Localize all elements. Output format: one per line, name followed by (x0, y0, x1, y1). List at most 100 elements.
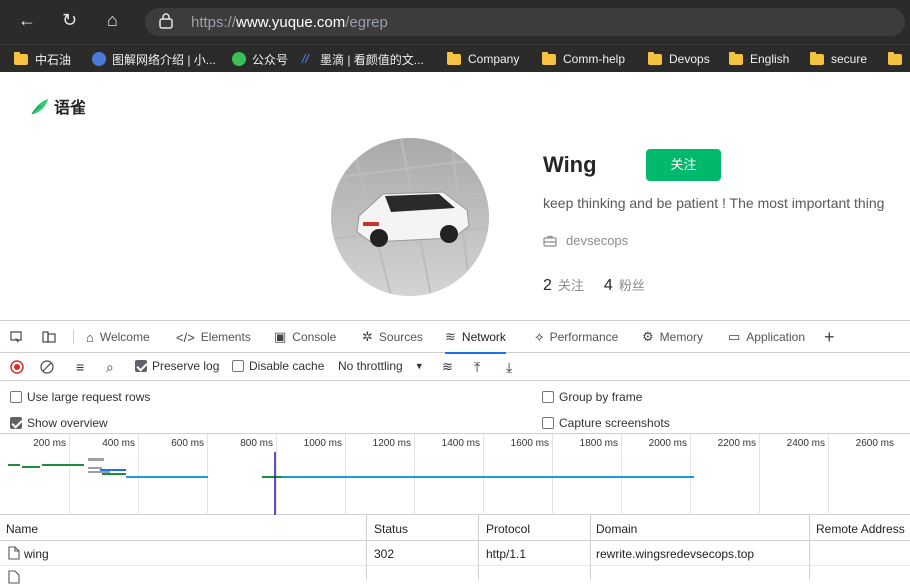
import-har-icon[interactable]: ⤒ (474, 359, 480, 376)
throttling-select[interactable]: No throttling ▼ (338, 359, 424, 373)
back-arrow-icon[interactable]: ← (18, 10, 36, 30)
bookmark-item[interactable]: // 墨滴 | 看颜值的文... (302, 51, 424, 67)
table-row[interactable] (0, 566, 910, 584)
search-icon[interactable]: ⌕ (106, 359, 114, 376)
bookmark-item[interactable]: English (729, 51, 789, 67)
column-header-status[interactable]: Status (374, 522, 408, 536)
bookmark-label: Devops (669, 52, 710, 66)
folder-icon (542, 51, 556, 65)
capture-screenshots-checkbox[interactable]: Capture screenshots (542, 416, 670, 430)
table-header: Name Status Protocol Domain Remote Addre… (0, 515, 910, 541)
bookmark-label: English (750, 52, 790, 66)
column-header-name[interactable]: Name (6, 522, 38, 536)
network-overview[interactable]: 200 ms 400 ms 600 ms 800 ms 1000 ms 1200… (0, 433, 910, 516)
followers-count[interactable]: 4 (604, 277, 613, 295)
bookmark-item[interactable]: 图解网络介绍 | 小... (92, 51, 216, 67)
document-icon (8, 570, 20, 584)
follow-button[interactable]: 关注 (646, 149, 721, 181)
checkbox-icon (10, 417, 22, 429)
tab-elements[interactable]: </> Elements (176, 321, 251, 353)
preserve-log-label: Preserve log (152, 359, 220, 373)
network-toolbar: ≡ ⌕ Preserve log Disable cache No thrott… (0, 353, 910, 381)
tab-label: Console (292, 330, 337, 344)
bookmark-label: 图解网络介绍 | 小... (112, 52, 216, 67)
url-domain: www.yuque.com (236, 14, 346, 31)
browser-toolbar: ← ↻ ⌂ https://www.yuque.com/egrep (0, 0, 910, 44)
network-table: Name Status Protocol Domain Remote Addre… (0, 515, 910, 584)
wifi-icon: ≋ (445, 329, 456, 344)
option-label: Group by frame (559, 390, 643, 404)
logo-text: 语雀 (54, 100, 87, 117)
record-icon[interactable] (10, 360, 24, 374)
bookmark-overflow[interactable] (888, 51, 909, 67)
show-overview-checkbox[interactable]: Show overview (10, 416, 108, 430)
bookmark-label: Company (468, 52, 520, 66)
column-header-domain[interactable]: Domain (596, 522, 637, 536)
followers-label[interactable]: 粉丝 (619, 275, 645, 294)
bookmark-label: 墨滴 | 看颜值的文... (320, 52, 424, 67)
site-icon (92, 52, 106, 66)
device-toolbar-icon[interactable] (10, 321, 24, 353)
row-status: 302 (374, 547, 395, 561)
bookmark-item[interactable]: 公众号 (232, 51, 288, 67)
network-conditions-icon[interactable]: ≋ (442, 359, 453, 375)
site-icon: // (302, 52, 309, 66)
checkbox-icon (542, 417, 554, 429)
following-label[interactable]: 关注 (558, 275, 584, 294)
checkbox-icon (542, 391, 554, 403)
column-header-protocol[interactable]: Protocol (486, 522, 530, 536)
group-by-frame-checkbox[interactable]: Group by frame (542, 390, 642, 404)
avatar[interactable] (331, 138, 489, 296)
bookmark-item[interactable]: Devops (648, 51, 710, 67)
tab-application[interactable]: ▭ Application (728, 321, 805, 353)
site-icon (232, 52, 246, 66)
site-info-icon[interactable] (159, 13, 173, 29)
clear-icon[interactable] (40, 360, 54, 374)
url-scheme: https:// (191, 14, 237, 31)
profile-name: Wing (543, 152, 597, 177)
filter-icon[interactable]: ≡ (76, 359, 84, 375)
url-text[interactable]: https://www.yuque.com/egrep (191, 14, 388, 31)
tab-label: Memory (659, 330, 703, 344)
column-header-remote-address[interactable]: Remote Address (816, 522, 910, 536)
table-row[interactable]: wing 302 http/1.1 rewrite.wingsredevseco… (0, 542, 910, 566)
preserve-log-checkbox[interactable]: Preserve log (135, 359, 219, 373)
profile-bio: keep thinking and be patient ! The most … (543, 195, 885, 211)
inspect-device-icon[interactable] (42, 321, 56, 353)
performance-icon: ⟡ (535, 329, 544, 344)
row-protocol: http/1.1 (486, 547, 527, 561)
tab-label: Welcome (99, 330, 150, 344)
tab-network[interactable]: ≋ Network (445, 321, 506, 354)
tab-console[interactable]: ▣ Console (274, 321, 336, 353)
reload-icon[interactable]: ↻ (62, 10, 77, 30)
tab-welcome[interactable]: ⌂ Welcome (86, 321, 150, 353)
chip-icon: ⚙ (642, 329, 654, 344)
tab-performance[interactable]: ⟡ Performance (535, 321, 618, 353)
address-bar[interactable]: https://www.yuque.com/egrep (145, 8, 905, 36)
divider (73, 330, 74, 344)
bookmark-item[interactable]: Company (447, 51, 519, 67)
overview-bars (8, 452, 694, 516)
option-label: Capture screenshots (559, 416, 670, 430)
tab-label: Network (461, 330, 506, 344)
large-rows-checkbox[interactable]: Use large request rows (10, 390, 150, 404)
window-icon: ▭ (728, 329, 741, 344)
profile-stats: 2 关注 4 粉丝 (543, 275, 645, 295)
home-icon[interactable]: ⌂ (107, 10, 118, 30)
bookmark-item[interactable]: Comm-help (542, 51, 625, 67)
profile-org: devsecops (543, 233, 628, 248)
disable-cache-checkbox[interactable]: Disable cache (232, 359, 324, 373)
yuque-logo-icon (31, 99, 48, 115)
bookmark-item[interactable]: 中石油 (14, 51, 71, 67)
bookmark-item[interactable]: secure (810, 51, 867, 67)
tab-sources[interactable]: ✲ Sources (362, 321, 423, 353)
add-tab-icon[interactable]: + (824, 321, 835, 353)
options-row: Use large request rows Group by frame (0, 384, 910, 410)
avatar-car-image (331, 138, 489, 296)
following-count[interactable]: 2 (543, 277, 552, 295)
folder-icon (447, 51, 461, 65)
site-logo[interactable]: 语雀 (30, 94, 86, 118)
export-har-icon[interactable]: ⤓ (506, 359, 512, 376)
tab-memory[interactable]: ⚙ Memory (642, 321, 703, 353)
url-path: /egrep (345, 14, 388, 31)
